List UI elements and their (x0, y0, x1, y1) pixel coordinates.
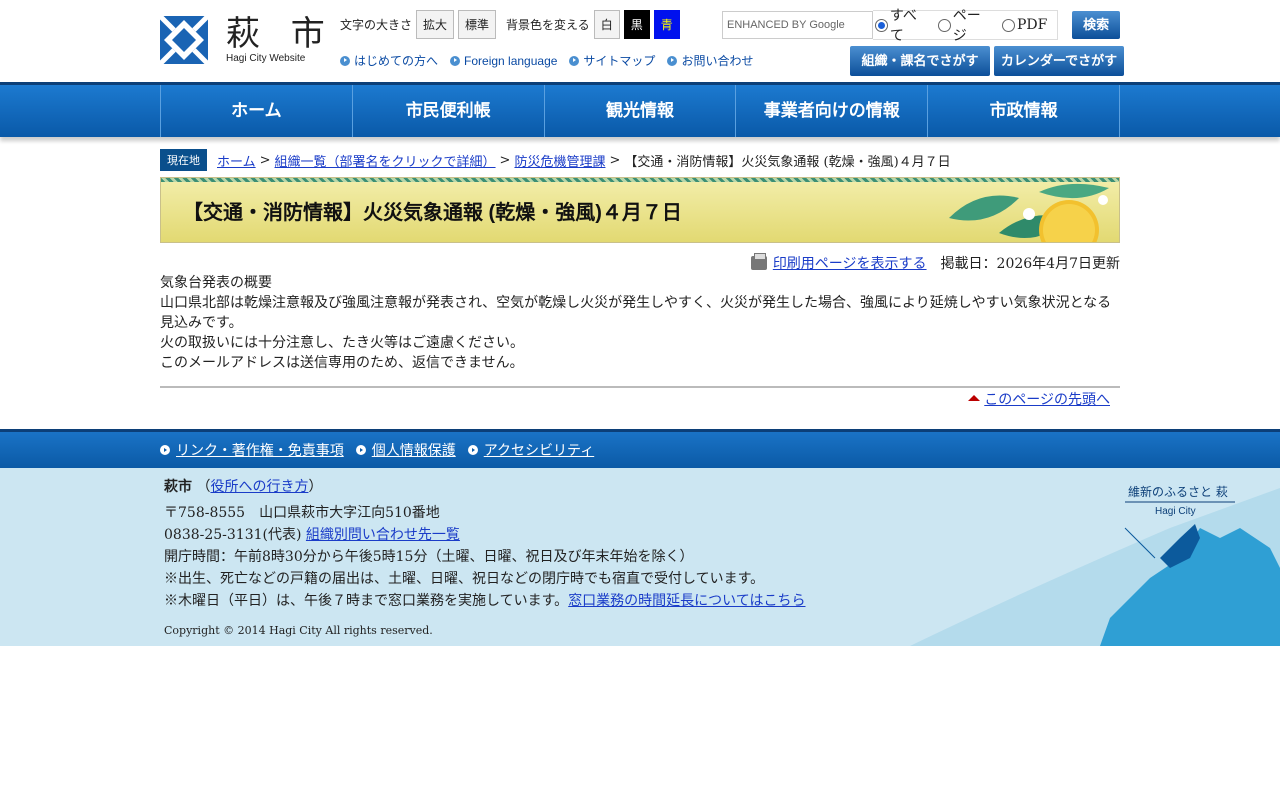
site-logo[interactable]: 萩 市 Hagi City Website (158, 13, 335, 66)
search-by-calendar-button[interactable]: カレンダーでさがす (994, 46, 1124, 76)
contact-list-link[interactable]: 組織別問い合わせ先一覧 (306, 527, 460, 543)
content-paragraph: 山口県北部は乾燥注意報及び強風注意報が発表され、空気が乾燥し火災が発生しやすく、… (160, 295, 1112, 331)
footer-nav: リンク・著作権・免責事項 個人情報保護 アクセシビリティ (160, 432, 1120, 468)
print-page-link[interactable]: 印刷用ページを表示する (773, 253, 927, 273)
breadcrumb-home[interactable]: ホーム (217, 151, 256, 170)
breadcrumb-label: 現在地 (160, 149, 207, 171)
nav-business[interactable]: 事業者向けの情報 (735, 85, 927, 137)
arrow-circle-icon (340, 55, 350, 66)
search-scope-pdf[interactable]: PDF (1000, 17, 1047, 33)
quicklink-sitemap[interactable]: サイトマップ (569, 52, 655, 69)
footer-address: 〒758-8555 山口県萩市大字江向510番地 (164, 505, 440, 521)
radio-checked-icon (875, 18, 888, 32)
arrow-circle-icon (467, 445, 478, 455)
nav-home[interactable]: ホーム (160, 85, 352, 137)
footer-link-copyright[interactable]: リンク・著作権・免責事項 (160, 440, 344, 460)
quicklink-foreign-language[interactable]: Foreign language (450, 52, 557, 69)
search-scope-page[interactable]: ページ (936, 5, 994, 45)
copyright: Copyright © 2014 Hagi City All rights re… (164, 624, 433, 637)
nav-citizen-guide[interactable]: 市民便利帳 (351, 85, 544, 137)
search-by-org-button[interactable]: 組織・課名でさがす (850, 46, 990, 76)
footer-city-name: 萩市 (164, 479, 192, 495)
bg-white-button[interactable]: 白 (593, 10, 620, 39)
arrow-circle-icon (667, 55, 678, 66)
footer-note: ※木曜日（平日）は、午後７時まで窓口業務を実施しています。 (164, 593, 569, 609)
breadcrumb-department[interactable]: 防災危機管理課 (514, 151, 605, 170)
bg-color-label: 背景色を変える (506, 18, 590, 32)
map-label-2: Hagi City (1155, 506, 1196, 517)
footer-note: ※出生、死亡などの戸籍の届出は、土曜、日曜、祝日などの閉庁時でも宿直で受付してい… (164, 571, 765, 587)
search-scope-all[interactable]: すべて (873, 5, 930, 45)
arrow-circle-icon (569, 55, 580, 66)
nav-tourism[interactable]: 観光情報 (543, 85, 736, 137)
arrow-circle-icon (450, 55, 461, 66)
breadcrumb-org-list[interactable]: 組織一覧（部署名をクリックで詳細） (275, 151, 496, 170)
footer-nav-bar: リンク・著作権・免責事項 個人情報保護 アクセシビリティ (0, 429, 1280, 468)
up-arrow-icon (968, 395, 981, 401)
font-size-label: 文字の大きさ (340, 18, 413, 32)
nav-city-admin[interactable]: 市政情報 (927, 85, 1120, 137)
page-title-banner: 【交通・消防情報】火災気象通報 (乾燥・強風)４月７日 (160, 177, 1120, 243)
font-standard-button[interactable]: 標準 (458, 10, 497, 39)
arrow-circle-icon (355, 445, 366, 455)
page-top-link[interactable]: このページの先頭へ (984, 389, 1110, 409)
logo-kanji: 萩 市 (226, 13, 335, 54)
search-input[interactable]: ENHANCED BY Google (722, 11, 874, 39)
footer-link-privacy[interactable]: 個人情報保護 (355, 440, 456, 460)
map-label-1: 維新のふるさと 萩 (1128, 484, 1228, 499)
bg-black-button[interactable]: 黒 (623, 10, 650, 39)
font-enlarge-button[interactable]: 拡大 (416, 10, 455, 39)
page-title: 【交通・消防情報】火災気象通報 (乾燥・強風)４月７日 (183, 202, 682, 224)
radio-icon (937, 18, 951, 32)
update-date: 掲載日：2026年4月7日更新 (940, 256, 1120, 272)
extended-hours-link[interactable]: 窓口業務の時間延長についてはこちら (568, 593, 805, 609)
access-link[interactable]: 役所への行き方 (210, 479, 308, 495)
content-paragraph: 火の取扱いには十分注意し、たき火等はご遠慮ください。 (160, 335, 524, 351)
site-search: ENHANCED BY Google すべて ページ PDF 検索 (722, 8, 1120, 44)
radio-icon (1001, 18, 1015, 32)
quick-links: はじめての方へ Foreign language サイトマップ お問い合わせ (340, 52, 765, 69)
arrow-circle-icon (160, 445, 170, 455)
footer-phone: 0838-25-3131(代表) (164, 527, 302, 543)
page-meta: 印刷用ページを表示する 掲載日：2026年4月7日更新 (160, 253, 1120, 273)
site-footer: 維新のふるさと 萩 Hagi City 萩市 （役所への行き方） 〒758-85… (0, 468, 1280, 646)
hagi-logo-icon (158, 14, 210, 66)
breadcrumb-current: 【交通・消防情報】火災気象通報 (乾燥・強風)４月７日 (624, 154, 951, 170)
citrus-decoration-icon (949, 183, 1109, 242)
quicklink-first-time[interactable]: はじめての方へ (340, 52, 438, 69)
accessibility-tools: 文字の大きさ 拡大 標準 背景色を変える 白 黒 青 (340, 10, 680, 39)
search-buttons: 組織・課名でさがす カレンダーでさがす (846, 46, 1124, 76)
footer-link-accessibility[interactable]: アクセシビリティ (467, 440, 594, 460)
quicklink-contact[interactable]: お問い合わせ (667, 52, 753, 69)
breadcrumb: 現在地 ホーム > 組織一覧（部署名をクリックで詳細） > 防災危機管理課 > … (160, 149, 1120, 171)
global-nav-bar: ホーム 市民便利帳 観光情報 事業者向けの情報 市政情報 (0, 82, 1280, 137)
page-top: このページの先頭へ (160, 386, 1120, 409)
bg-blue-button[interactable]: 青 (653, 10, 680, 39)
search-button[interactable]: 検索 (1072, 11, 1120, 39)
content-heading: 気象台発表の概要 (160, 275, 272, 291)
site-header: 萩 市 Hagi City Website 文字の大きさ 拡大 標準 背景色を変… (158, 0, 1124, 82)
global-nav: ホーム 市民便利帳 観光情報 事業者向けの情報 市政情報 (160, 85, 1120, 137)
page-content: 気象台発表の概要 山口県北部は乾燥注意報及び強風注意報が発表され、空気が乾燥し火… (160, 273, 1120, 373)
footer-hours: 開庁時間：午前8時30分から午後5時15分（土曜、日曜、祝日及び年末年始を除く） (164, 549, 694, 565)
printer-icon (750, 253, 767, 270)
content-paragraph: このメールアドレスは送信専用のため、返信できません。 (160, 355, 524, 371)
logo-sub: Hagi City Website (226, 52, 306, 64)
search-scope: すべて ページ PDF (873, 8, 1059, 44)
